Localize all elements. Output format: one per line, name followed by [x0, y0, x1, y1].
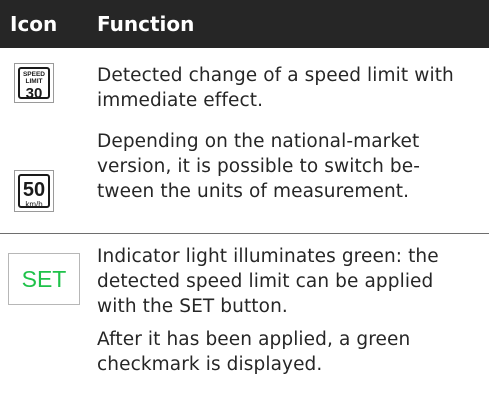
- row-4-line-1: After it has been applied, a green: [97, 329, 411, 350]
- row-3-line-1: Indicator light illuminates green: the: [97, 246, 439, 267]
- speed-limit-sign-mid-text: LIMIT: [25, 78, 43, 85]
- row-3-line-2: detected speed limit can be applied: [97, 271, 434, 292]
- row-1-description: Detected change of a speed limit with im…: [97, 63, 485, 113]
- speed-limit-kmh-sign-value: 50: [22, 179, 46, 201]
- set-indicator-label: SET: [21, 266, 67, 292]
- speed-limit-sign-border: SPEED LIMIT 30: [18, 67, 50, 102]
- row-3-line-3: with the SET button.: [97, 296, 288, 317]
- row-3-description: Indicator light illuminates green: the d…: [97, 244, 485, 319]
- row-2-line-1: Depending on the national-market: [97, 131, 420, 152]
- speed-limit-kmh-sign-unit: km/h: [25, 200, 43, 209]
- row-4-description: After it has been applied, a green check…: [97, 327, 485, 377]
- row-1-line-1: Detected change of a speed limit with: [97, 65, 454, 86]
- row-divider: [0, 233, 489, 234]
- speed-limit-sign-top-text: SPEED: [22, 71, 46, 78]
- speed-limit-kmh-sign-icon: 50 km/h: [14, 170, 54, 212]
- column-header-icon: Icon: [10, 12, 58, 36]
- row-2-description: Depending on the national-market version…: [97, 129, 485, 204]
- speed-limit-kmh-sign-border: 50 km/h: [18, 174, 50, 209]
- column-header-function: Function: [97, 12, 195, 36]
- table-header: Icon Function: [0, 0, 489, 48]
- speed-limit-sign-value: 30: [25, 85, 43, 102]
- row-4-line-2: checkmark is displayed.: [97, 354, 323, 375]
- set-indicator-icon: SET: [8, 253, 80, 305]
- row-1-line-2: immediate effect.: [97, 90, 264, 111]
- speed-limit-sign-icon: SPEED LIMIT 30: [14, 63, 54, 103]
- row-2-line-2: version, it is possible to switch be-: [97, 156, 420, 177]
- row-2-line-3: tween the units of measurement.: [97, 181, 410, 202]
